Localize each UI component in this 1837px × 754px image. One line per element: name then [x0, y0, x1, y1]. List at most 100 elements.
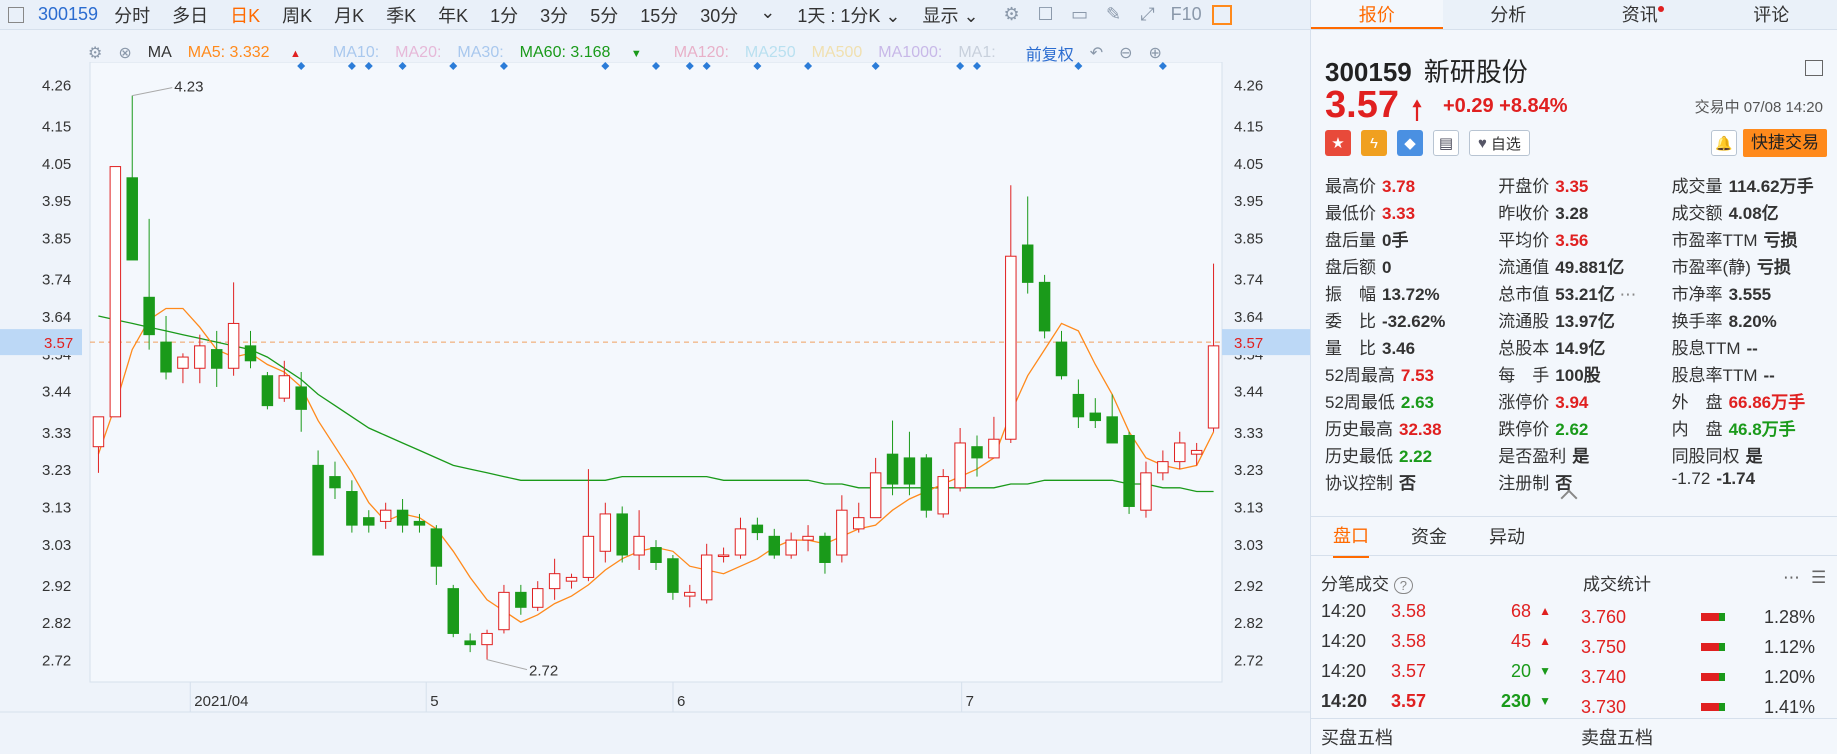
tick-t: 14:20 — [1321, 600, 1367, 621]
period-more-icon[interactable]: ⌄ — [760, 2, 775, 28]
menu-icon[interactable] — [1805, 60, 1823, 76]
watchlist-button[interactable]: ♥ 自选 — [1469, 130, 1530, 156]
quote-cell: 开盘价 3.35 — [1498, 172, 1671, 199]
tab-analysis[interactable]: 分析 — [1443, 0, 1575, 29]
ma1-label: MA1: — [958, 44, 996, 61]
more-info-icon[interactable]: ⋯ — [1615, 285, 1637, 304]
f10-button[interactable]: F10 — [1171, 4, 1202, 25]
ma-settings-icon[interactable]: ⚙ — [88, 43, 102, 63]
alert-bell-icon[interactable]: 🔔 — [1711, 130, 1737, 156]
sidebar-toggle-icon[interactable] — [8, 6, 24, 23]
y-tick-left: 3.85 — [42, 231, 71, 248]
candle-body — [447, 588, 459, 634]
period-tab-0[interactable]: 分时 — [114, 2, 150, 28]
y-tick-right: 3.64 — [1234, 309, 1263, 326]
zoom-out-icon[interactable]: ⊖ — [1119, 43, 1132, 63]
period-tab-4[interactable]: 月K — [334, 2, 364, 28]
zoom-in-icon[interactable]: ⊕ — [1149, 43, 1162, 63]
quote-cell-label: 市盈率(静) — [1671, 258, 1751, 277]
y-tick-left: 4.15 — [42, 118, 71, 135]
period-tab-9[interactable]: 5分 — [590, 2, 618, 28]
tab-orderbook[interactable]: 盘口 — [1333, 514, 1369, 558]
candle-body — [329, 476, 341, 489]
tick-t: 14:20 — [1321, 660, 1367, 681]
candle-body — [1190, 449, 1203, 455]
panel-layout-icon[interactable] — [1211, 4, 1232, 25]
candle-body — [768, 535, 781, 556]
help-icon[interactable]: ? — [1393, 577, 1413, 594]
candle-body — [244, 345, 257, 362]
quote-cell-label: 振 幅 — [1325, 285, 1376, 304]
candle-body — [565, 576, 578, 582]
quote-cell-label: 开盘价 — [1498, 177, 1550, 196]
flag-cn-icon[interactable]: ★ — [1325, 130, 1351, 156]
quick-trade-button[interactable]: 快捷交易 — [1743, 129, 1827, 157]
range-select[interactable]: 1天 : 1分K ⌄ — [797, 2, 900, 28]
quote-cell: 最低价 3.33 — [1325, 199, 1498, 226]
tick-p: 3.58 — [1391, 600, 1427, 621]
period-tab-11[interactable]: 30分 — [700, 2, 738, 28]
undo-icon[interactable]: ↶ — [1090, 43, 1103, 63]
quote-cell: 历史最低 2.22 — [1325, 442, 1498, 469]
period-tab-5[interactable]: 季K — [386, 2, 416, 28]
quote-cell: 股息率TTM -- — [1672, 361, 1830, 388]
quote-cell: 平均价 3.56 — [1498, 226, 1671, 253]
pen-icon[interactable]: ✎ — [1103, 4, 1125, 25]
period-tab-2[interactable]: 日K — [230, 2, 260, 28]
list-icon[interactable]: ☰ — [1811, 568, 1826, 588]
period-tab-1[interactable]: 多日 — [172, 2, 208, 28]
display-select[interactable]: 显示 ⌄ — [922, 2, 978, 28]
fullscreen-icon[interactable]: ⤢ — [1137, 4, 1159, 25]
current-price-label-left: 3.57 — [44, 335, 73, 352]
candle-body — [633, 535, 645, 556]
current-price: 3.57 — [1325, 84, 1399, 126]
candle-body — [177, 356, 189, 369]
y-tick-left: 3.95 — [42, 193, 71, 210]
period-tab-8[interactable]: 3分 — [540, 2, 568, 28]
tag-icon[interactable]: ◆ — [1397, 130, 1423, 156]
quote-cell-value: 是 — [1745, 447, 1763, 466]
stat-pct: 1.28% — [1763, 606, 1815, 627]
down-arrow-icon: ▼ — [1539, 694, 1551, 708]
more-icon[interactable]: ⋯ — [1783, 568, 1800, 588]
quote-panel: 报价 分析 资讯 评论 300159 新研股份 3.57 🠕 +0.29 +8.8… — [1310, 0, 1837, 754]
quote-cell: 是否盈利是 — [1498, 442, 1671, 469]
stock-code-label[interactable]: 300159 — [38, 4, 98, 25]
lightning-icon[interactable]: ϟ — [1361, 130, 1387, 156]
candle-body — [295, 386, 307, 410]
tab-comments[interactable]: 评论 — [1706, 0, 1837, 29]
high-annotation: 4.23 — [174, 79, 203, 96]
candle-body — [988, 438, 1000, 459]
quote-cell-label: 每 手 — [1498, 366, 1550, 385]
quote-cell: 52周最高 7.53 — [1325, 361, 1498, 388]
quote-cell-value: 3.94 — [1555, 393, 1589, 412]
period-tab-10[interactable]: 15分 — [640, 2, 678, 28]
stat-bar — [1701, 643, 1725, 651]
candle-body — [751, 524, 764, 534]
settings-icon[interactable]: ⚙ — [1001, 4, 1023, 25]
note-icon[interactable]: ▤ — [1433, 130, 1459, 156]
tab-quote[interactable]: 报价 — [1311, 0, 1443, 29]
tab-news[interactable]: 资讯 — [1574, 0, 1706, 29]
low-annotation: 2.72 — [529, 663, 558, 680]
stat-bar — [1701, 613, 1725, 621]
ma-close-icon[interactable]: ⊗ — [118, 43, 131, 63]
tab-capital[interactable]: 资金 — [1411, 515, 1447, 557]
ma-label[interactable]: MA — [148, 44, 172, 62]
camera-icon[interactable]: ▭ — [1069, 4, 1091, 25]
y-tick-right: 3.33 — [1234, 425, 1263, 442]
stat-price: 3.760 — [1581, 606, 1627, 627]
period-tab-3[interactable]: 周K — [282, 2, 312, 28]
period-tab-6[interactable]: 年K — [438, 2, 468, 28]
period-tab-7[interactable]: 1分 — [490, 2, 518, 28]
candle-body — [853, 517, 865, 530]
quote-cell-label: 内 盘 — [1671, 420, 1723, 439]
candle-body — [802, 535, 814, 541]
quote-cell-label: 外 盘 — [1671, 393, 1723, 412]
tab-movement[interactable]: 异动 — [1489, 515, 1525, 557]
stat-row: 3.760 1.28% — [1581, 602, 1831, 632]
box-select-icon[interactable]: ☐ — [1035, 4, 1057, 25]
quote-row: 最高价 3.78 开盘价 3.35 成交量 114.62万手 — [1325, 172, 1830, 199]
y-tick-right: 3.23 — [1234, 462, 1263, 479]
kline-chart[interactable]: 4.26 4.26 4.15 4.15 4.05 4.05 3.95 3.95 3.85 3.85… — [0, 62, 1310, 754]
